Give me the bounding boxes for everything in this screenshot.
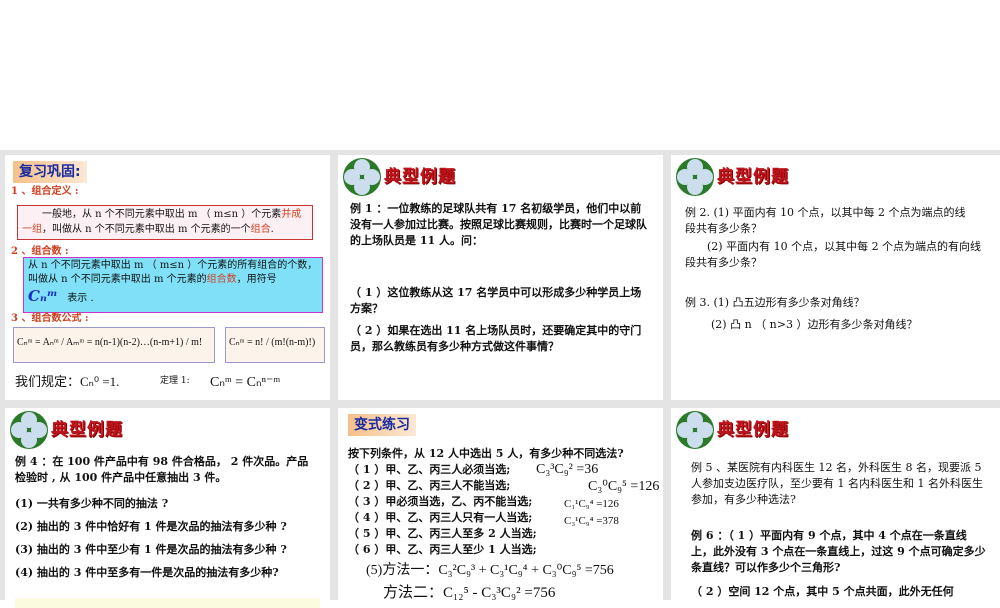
question-4: (4) 抽出的 3 件中至多有一件是次品的抽法有多少种? bbox=[15, 566, 279, 579]
question-2: (2) 抽出的 3 件中恰好有 1 件是次品的抽法有多少种 ? bbox=[15, 520, 287, 533]
heading-definition: 1 、组合定义 : bbox=[11, 186, 79, 197]
condition-item: （ 2 ）甲、乙、丙三人不能当选; bbox=[348, 479, 511, 492]
example-3-part-2: (2) 凸 n （ n>3 ）边形有多少条对角线？ bbox=[711, 318, 918, 331]
slide-example-4[interactable]: 典型例题 例 4 ：在 100 件产品中有 98 件合格品， 2 件次品。产品检… bbox=[5, 408, 330, 608]
slide-example-1[interactable]: 典型例题 例 1 ：一位教练的足球队共有 17 名初级学员，他们中以前没有一人参… bbox=[338, 155, 663, 400]
method-logo-icon bbox=[343, 158, 381, 196]
question-2: （ 2 ）如果在选出 11 名上场队员时，还要确定其中的守门员，那么教练员有多少… bbox=[350, 324, 642, 353]
slide-example-2-3[interactable]: 典型例题 例 2. (1) 平面内有 10 个点，以其中每 2 个点为端点的线段… bbox=[671, 155, 1000, 400]
slide-variant-practice[interactable]: 变式练习 按下列条件，从 12 人中选出 5 人，有多少种不同选法? （ 1 ）… bbox=[338, 408, 663, 608]
number-box: 从 n 个不同元素中取出 m （ m≤n ）个元素的所有组合的个数，叫做从 n … bbox=[23, 257, 323, 313]
slide-title: 典型例题 bbox=[51, 420, 123, 440]
example-text: 例 4 ：在 100 件产品中有 98 件合格品， 2 件次品。产品检验时 , … bbox=[15, 455, 309, 484]
condition-item: （ 4 ）甲、乙、丙三人只有一人当选; bbox=[348, 511, 533, 524]
question-1: （ 1 ）这位教练从这 17 名学员中可以形成多少种学员上场方案？ bbox=[350, 286, 642, 315]
question-1: (1) 一共有多少种不同的抽法 ? bbox=[15, 497, 169, 510]
heading-formula: 3 、组合数公式 : bbox=[11, 313, 89, 324]
example-5: 例 5 、某医院有内科医生 12 名，外科医生 8 名，现要派 5 人参加支边医… bbox=[691, 461, 983, 506]
slide-title: 典型例题 bbox=[717, 420, 789, 440]
condition-item: （ 6 ）甲、乙、丙三人至少 1 人当选; bbox=[348, 543, 537, 556]
method-1: (5)方法一：C₃²C₉³ + C₃¹C₉⁴ + C₃⁰C₉⁵ =756 bbox=[366, 563, 614, 578]
slide-review[interactable]: 复习巩固: 1 、组合定义 : 一般地，从 n 个不同元素中取出 m （ m≤n… bbox=[5, 155, 330, 400]
answer-3: C₁¹C₉⁴ =126 bbox=[564, 498, 619, 510]
slide-title: 典型例题 bbox=[717, 167, 789, 187]
method-2: 方法二：C₁₂⁵ - C₃³C₉² =756 bbox=[383, 585, 556, 601]
definition-box: 一般地，从 n 个不同元素中取出 m （ m≤n ）个元素并成一组，叫做从 n … bbox=[17, 205, 313, 240]
example-text: 例 1 ：一位教练的足球队共有 17 名初级学员，他们中以前没有一人参加过比赛。… bbox=[350, 202, 647, 247]
slide-title: 变式练习 bbox=[348, 414, 416, 437]
slide-grid: 复习巩固: 1 、组合定义 : 一般地，从 n 个不同元素中取出 m （ m≤n… bbox=[0, 150, 1000, 608]
slide-title: 典型例题 bbox=[384, 167, 456, 187]
theorem-formula: Cₙᵐ = Cₙⁿ⁻ᵐ bbox=[210, 375, 281, 390]
example-2-part-1: 例 2. (1) 平面内有 10 个点，以其中每 2 个点为端点的线段共有多少条… bbox=[685, 206, 966, 235]
method-logo-icon bbox=[676, 411, 714, 449]
answer-4: C₃¹C₉⁴ =378 bbox=[564, 515, 619, 527]
method-logo-icon bbox=[676, 158, 714, 196]
theorem-label: 定理 1: bbox=[160, 376, 190, 386]
example-3-part-1: 例 3. (1) 凸五边形有多少条对角线？ bbox=[685, 296, 865, 309]
formula-1: Cₙᵐ = Aₙᵐ / Aₘᵐ = n(n-1)(n-2)…(n-m+1) / … bbox=[13, 327, 215, 363]
example-6-part-2: （ 2 ）空间 12 个点，其中 5 个点共面，此外无任何 bbox=[691, 585, 954, 598]
answer-2: C₃⁰C₉⁵ =126 bbox=[588, 479, 660, 494]
slide-title: 复习巩固: bbox=[13, 161, 87, 184]
condition-item: （ 1 ）甲、乙、丙三人必须当选; bbox=[348, 463, 511, 476]
question-3: (3) 抽出的 3 件中至少有 1 件是次品的抽法有多少种 ? bbox=[15, 543, 287, 556]
example-6-part-1: 例 6 ：（ 1 ）平面内有 9 个点，其中 4 个点在一条直线上，此外没有 3… bbox=[691, 529, 986, 574]
condition-list: （ 1 ）甲、乙、丙三人必须当选; （ 2 ）甲、乙、丙三人不能当选; （ 3 … bbox=[348, 462, 537, 558]
formula-2: Cₙᵐ = n! / (m!(n-m)!) bbox=[225, 327, 325, 363]
method-logo-icon bbox=[10, 411, 48, 449]
example-2-part-2: (2) 平面内有 10 个点，以其中每 2 个点为端点的有向线段共有多少条？ bbox=[685, 240, 982, 269]
condition-item: （ 3 ）甲必须当选，乙、丙不能当选; bbox=[348, 495, 533, 508]
rule-text: 我们规定：Cₙ⁰ =1. bbox=[15, 374, 120, 389]
slide-example-5-6[interactable]: 典型例题 例 5 、某医院有内科医生 12 名，外科医生 8 名，现要派 5 人… bbox=[671, 408, 1000, 608]
condition-item: （ 5 ）甲、乙、丙三人至多 2 人当选; bbox=[348, 527, 537, 540]
